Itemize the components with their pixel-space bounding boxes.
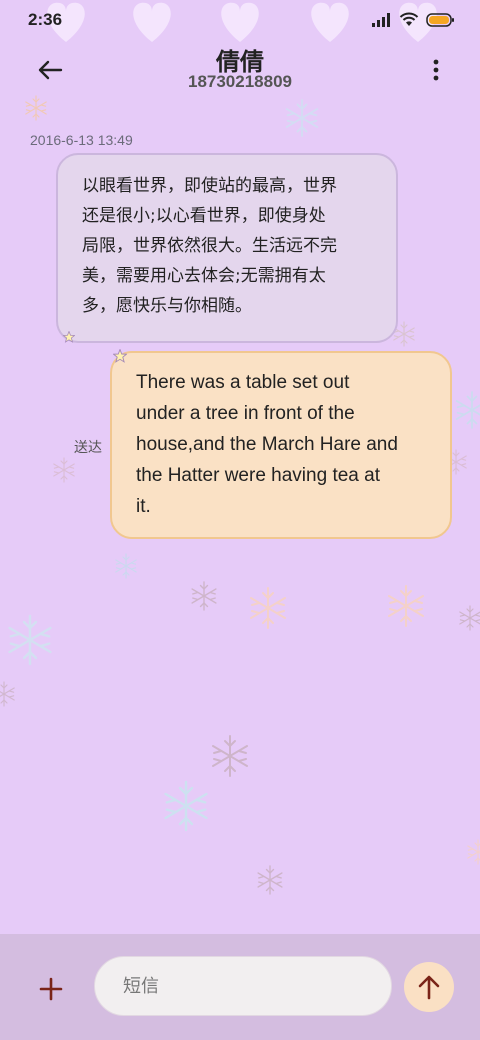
send-button[interactable] bbox=[404, 962, 454, 1012]
status-icons bbox=[372, 12, 454, 27]
message-timestamp: 2016-6-13 13:49 bbox=[30, 132, 133, 148]
incoming-message-bubble[interactable]: 以眼看世界，即使站的最高，世界 还是很小;以心看世界，即使身处 局限，世界依然很… bbox=[56, 153, 398, 343]
wifi-icon bbox=[399, 12, 419, 26]
delivery-status: 送达 bbox=[74, 440, 102, 456]
message-line: 局限，世界依然很大。生活远不完 bbox=[82, 236, 337, 256]
contact-number: 18730218809 bbox=[187, 72, 292, 91]
status-time: 2:36 bbox=[28, 10, 63, 29]
signal-icon bbox=[372, 12, 390, 27]
more-options-button[interactable] bbox=[428, 54, 444, 86]
add-attachment-button[interactable] bbox=[36, 977, 66, 1014]
conversation-header: 倩倩 18730218809 bbox=[0, 40, 480, 100]
send-arrow-icon bbox=[418, 975, 440, 1000]
message-line: house,and the March Hare and bbox=[136, 434, 398, 455]
status-bar: 2:36 bbox=[0, 0, 480, 40]
message-line: 多，愿快乐与你相随。 bbox=[82, 296, 252, 316]
star-decoration-icon bbox=[113, 349, 127, 363]
message-line: There was a table set out bbox=[136, 372, 350, 393]
message-line: 以眼看世界，即使站的最高，世界 bbox=[82, 176, 337, 196]
add-icon bbox=[39, 977, 63, 1001]
message-line: 美，需要用心去体会;无需拥有太 bbox=[82, 266, 326, 286]
outgoing-message-bubble[interactable]: There was a table set out under a tree i… bbox=[110, 351, 452, 539]
more-vertical-icon bbox=[433, 59, 439, 81]
message-line: it. bbox=[136, 496, 151, 517]
message-input[interactable]: 短信 bbox=[94, 956, 392, 1016]
battery-icon bbox=[426, 12, 454, 27]
message-line: 还是很小;以心看世界，即使身处 bbox=[82, 206, 326, 226]
message-line: the Hatter were having tea at bbox=[136, 465, 380, 486]
star-decoration-icon bbox=[63, 331, 75, 343]
composer-bar: 短信 bbox=[0, 934, 480, 1040]
message-line: under a tree in front of the bbox=[136, 403, 355, 424]
